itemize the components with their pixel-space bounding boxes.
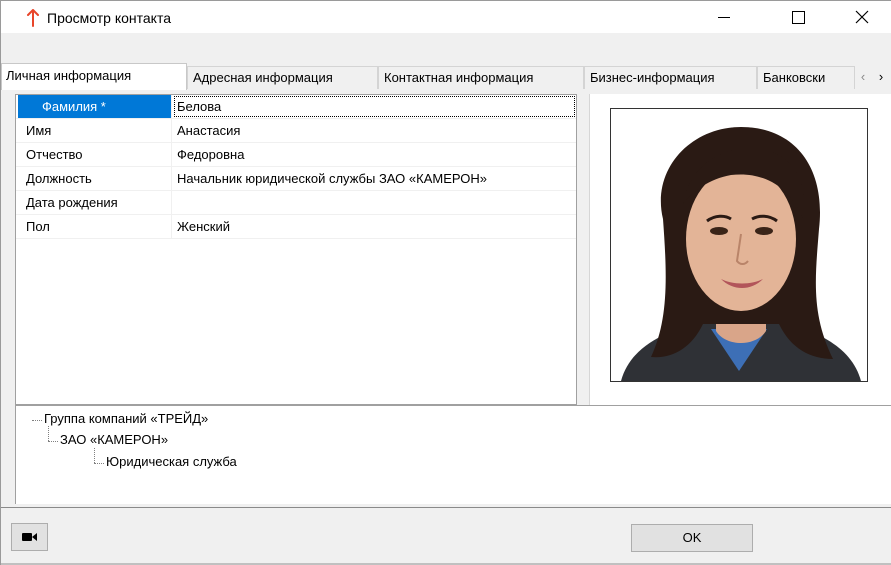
- app-arrow-icon: [27, 9, 39, 27]
- property-row-name[interactable]: Имя Анастасия: [16, 119, 576, 143]
- tree-connector: [94, 448, 95, 463]
- ok-button[interactable]: OK: [631, 524, 753, 552]
- property-row-birthdate[interactable]: Дата рождения: [16, 191, 576, 215]
- tab-scroll-right-icon[interactable]: ›: [873, 69, 889, 87]
- minimize-icon: [718, 16, 730, 18]
- close-button[interactable]: [839, 1, 885, 33]
- contact-photo: [610, 108, 868, 382]
- property-row-patronymic[interactable]: Отчество Федоровна: [16, 143, 576, 167]
- tree-node-group[interactable]: Группа компаний «ТРЕЙД»: [44, 411, 208, 426]
- property-value[interactable]: Федоровна: [173, 143, 576, 166]
- property-label: Должность: [16, 167, 172, 190]
- tab-personal-info[interactable]: Личная информация: [1, 63, 187, 90]
- property-row-gender[interactable]: Пол Женский: [16, 215, 576, 239]
- tab-contact-info[interactable]: Контактная информация: [378, 66, 584, 89]
- property-value[interactable]: Женский: [173, 215, 576, 238]
- tree-connector: [48, 441, 58, 442]
- minimize-button[interactable]: [701, 1, 747, 33]
- property-value[interactable]: [173, 191, 576, 214]
- property-value[interactable]: Начальник юридической службы ЗАО «КАМЕРО…: [173, 167, 576, 190]
- property-label: Дата рождения: [16, 191, 172, 214]
- property-label: Имя: [16, 119, 172, 142]
- property-label: Фамилия *: [18, 95, 172, 118]
- contact-view-window: Просмотр контакта Личная информация Адре…: [0, 0, 891, 565]
- camera-button[interactable]: [11, 523, 48, 551]
- dialog-footer: OK: [1, 507, 891, 565]
- video-camera-icon: [21, 533, 37, 541]
- tab-address-info[interactable]: Адресная информация: [187, 66, 378, 89]
- tab-scroll-left-icon[interactable]: ‹: [855, 69, 871, 87]
- portrait-image: [611, 109, 867, 381]
- window-title: Просмотр контакта: [47, 10, 171, 26]
- tree-node-company[interactable]: ЗАО «КАМЕРОН»: [60, 432, 168, 447]
- photo-panel: [589, 94, 891, 405]
- property-value[interactable]: Анастасия: [173, 119, 576, 142]
- tree-connector: [48, 426, 49, 441]
- tab-bank-info[interactable]: Банковски: [757, 66, 855, 89]
- tab-business-info[interactable]: Бизнес-информация: [584, 66, 757, 89]
- title-bar: Просмотр контакта: [1, 1, 891, 33]
- property-grid: Фамилия * Белова Имя Анастасия Отчество …: [15, 94, 577, 405]
- property-value[interactable]: Белова: [173, 95, 576, 118]
- tree-connector: [94, 463, 104, 464]
- maximize-button[interactable]: [775, 1, 821, 33]
- property-row-position[interactable]: Должность Начальник юридической службы З…: [16, 167, 576, 191]
- organization-tree: Группа компаний «ТРЕЙД» ЗАО «КАМЕРОН» Юр…: [15, 405, 891, 504]
- tab-strip: Личная информация Адресная информация Ко…: [1, 33, 891, 90]
- close-icon: [855, 10, 869, 24]
- tree-connector: [32, 420, 42, 421]
- maximize-icon: [791, 10, 805, 24]
- property-label: Пол: [16, 215, 172, 238]
- tree-node-department[interactable]: Юридическая служба: [106, 454, 237, 469]
- property-row-surname[interactable]: Фамилия * Белова: [16, 95, 576, 119]
- property-label: Отчество: [16, 143, 172, 166]
